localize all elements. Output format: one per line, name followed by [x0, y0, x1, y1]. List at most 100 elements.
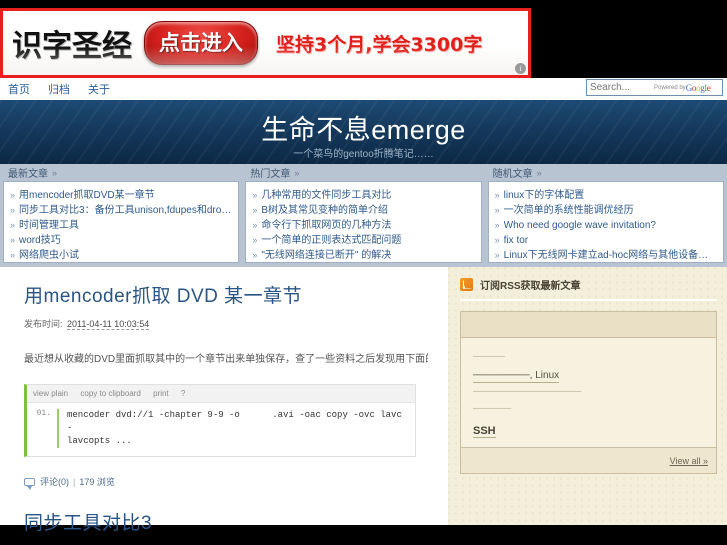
panel-popular-posts: 热门文章 » » 几种常用的文件同步工具对比 » B树及其常见变种的简单介绍 » 命令… — [245, 164, 482, 263]
search-input[interactable] — [590, 82, 652, 93]
chevron-right-icon: » — [536, 167, 542, 178]
list-item[interactable]: » Who need google wave invitation? — [495, 218, 717, 233]
list-item[interactable]: » 同步工具对比3：备份工具unison,fdupes和dropbox — [10, 203, 232, 218]
list-item[interactable]: » 用mencoder抓取DVD某一章节 — [10, 188, 232, 203]
list-item[interactable]: » "无线网络连接已断开" 的解决 — [252, 248, 474, 263]
print-button[interactable]: print — [153, 389, 169, 398]
ad-title: 识字圣经 — [12, 29, 132, 64]
sidebar-card-header — [461, 312, 716, 338]
list-item[interactable]: » 网络爬虫小试 — [10, 248, 232, 263]
nav-item-home[interactable]: 首页 — [8, 81, 30, 97]
bullet-icon: » — [252, 190, 258, 200]
ad-banner[interactable]: 识字圣经 点击进入 坚持3个月,学会3300字 i — [0, 8, 531, 78]
panel-latest-heading-label: 最新文章 — [8, 169, 48, 180]
bullet-icon: » — [494, 235, 500, 245]
sidebar-line: ───────────────── — [473, 386, 582, 396]
ad-info-icon[interactable]: i — [515, 63, 526, 74]
bullet-icon: » — [10, 190, 16, 200]
post-body: 最近想从收藏的DVD里面抓取其中的一个章节出来单独保存，查了一些资料之后发现用下… — [24, 354, 428, 365]
list-item-label: Who need google wave invitation? — [503, 220, 656, 231]
list-item[interactable]: »Linux下无线网卡建立ad-hoc网络与其他设备共享网络.. — [495, 248, 717, 263]
sidebar-card: ───── ────────, Linux ───────────────── … — [460, 311, 717, 474]
link-panels: 最新文章 » » 用mencoder抓取DVD某一章节 » 同步工具对比3：备份工具… — [0, 164, 727, 267]
bullet-icon: » — [494, 250, 500, 260]
nav-item-about[interactable]: 关于 — [88, 81, 110, 97]
post-meta: 发布时间: 2011-04-11 10:03:54 — [24, 319, 150, 330]
sidebar-heading: 订阅RSS获取最新文章 — [480, 281, 581, 292]
list-item-label: Linux下无线网卡建立ad-hoc网络与其他设备共享网络.. — [503, 250, 717, 261]
list-item[interactable]: » fix tor — [495, 233, 717, 248]
list-item-label: "无线网络连接已断开" 的解决 — [261, 250, 392, 261]
view-all-link[interactable]: View all » — [670, 456, 708, 466]
sidebar-link[interactable]: ────────, Linux — [473, 370, 560, 383]
copy-to-clipboard-button[interactable]: copy to clipboard — [80, 389, 140, 398]
nav-item-archive[interactable]: 归档 — [48, 81, 70, 97]
code-line-number: 01. — [36, 409, 51, 418]
comments-label[interactable]: 评论 — [40, 475, 58, 488]
list-item[interactable]: » 一次简单的系统性能调优经历 — [495, 203, 717, 218]
list-item-label: B树及其常见变种的简单介绍 — [261, 205, 389, 216]
bullet-icon: » — [494, 205, 500, 215]
bullet-icon: » — [252, 220, 258, 230]
panel-random-posts: 随机文章 » » linux下的字体配置 » 一次简单的系统性能调优经历 » Who … — [487, 164, 724, 263]
site-canvas: 首页 归档 关于 Powered by Google 生命不息emerge 一个… — [0, 78, 727, 534]
list-item[interactable]: » B树及其常见变种的简单介绍 — [252, 203, 474, 218]
panel-random-heading-label: 随机文章 — [492, 169, 533, 180]
view-plain-button[interactable]: view plain — [33, 389, 68, 398]
site-header: 生命不息emerge 一个菜鸟的gentoo折腾笔记…… — [0, 100, 727, 164]
list-item-label: 命令行下抓取网页的几种方法 — [261, 220, 392, 231]
list-item-label: fix tor — [503, 235, 529, 246]
bullet-icon: » — [10, 235, 16, 245]
chevron-right-icon: » — [294, 167, 300, 178]
code-block: view plain copy to clipboard print ? 01.… — [24, 384, 416, 457]
comment-bubble-icon — [24, 477, 35, 490]
top-navigation: 首页 归档 关于 Powered by Google — [0, 78, 727, 100]
code-content[interactable]: mencoder dvd://1 -chapter 9-9 -o .avi -o… — [57, 409, 411, 448]
panel-popular-body: » 几种常用的文件同步工具对比 » B树及其常见变种的简单介绍 » 命令行下抓取网页的… — [245, 181, 482, 263]
code-toolbar: view plain copy to clipboard print ? — [27, 385, 415, 403]
sidebar-header: 订阅RSS获取最新文章 — [460, 277, 717, 301]
panel-popular-heading: 热门文章 » — [245, 164, 481, 181]
list-item-label: word技巧 — [19, 235, 61, 246]
next-post-title[interactable]: 同步工具对比3 — [24, 508, 428, 535]
ad-enter-button-label: 点击进入 — [159, 31, 243, 55]
bullet-icon: » — [10, 220, 16, 230]
sidebar-card-footer: View all » — [461, 447, 716, 473]
list-item-label: 用mencoder抓取DVD某一章节 — [19, 190, 155, 201]
bullet-icon: » — [252, 235, 258, 245]
footer-separator: | — [73, 476, 76, 487]
list-item[interactable]: » 时间管理工具 — [10, 218, 232, 233]
post-title[interactable]: 用mencoder抓取 DVD 某一章节 — [24, 281, 428, 308]
list-item[interactable]: » linux下的字体配置 — [495, 188, 717, 203]
comments-count: (0) — [58, 476, 70, 487]
list-item-label: 网络爬虫小试 — [19, 250, 80, 261]
ad-slogan: 坚持3个月,学会3300字 — [276, 33, 483, 56]
list-item[interactable]: » word技巧 — [10, 233, 232, 248]
sidebar-line: ───── — [473, 351, 505, 361]
sidebar-line: ────── — [473, 403, 512, 413]
rss-icon[interactable] — [460, 278, 473, 291]
google-logo: Google — [685, 82, 711, 93]
panel-random-body: » linux下的字体配置 » 一次简单的系统性能调优经历 » Who need go… — [487, 181, 724, 263]
panel-latest-heading: 最新文章 » — [3, 164, 239, 181]
sidebar-card-body: ───── ────────, Linux ───────────────── … — [461, 338, 716, 447]
search-box[interactable]: Powered by Google — [586, 79, 723, 96]
bullet-icon: » — [252, 205, 258, 215]
site-subtitle: 一个菜鸟的gentoo折腾笔记…… — [293, 149, 434, 160]
list-item[interactable]: » 一个简单的正则表达式匹配问题 — [252, 233, 474, 248]
help-button[interactable]: ? — [181, 389, 185, 398]
list-item[interactable]: » 几种常用的文件同步工具对比 — [252, 188, 474, 203]
list-item[interactable]: » 命令行下抓取网页的几种方法 — [252, 218, 474, 233]
bullet-icon: » — [494, 220, 500, 230]
post-date: 2011-04-11 10:03:54 — [67, 319, 150, 330]
ad-enter-button[interactable]: 点击进入 — [144, 21, 258, 65]
panel-popular-heading-label: 热门文章 — [250, 169, 291, 180]
sidebar-ssh-link[interactable]: SSH — [473, 425, 496, 438]
list-item-label: 同步工具对比3：备份工具unison,fdupes和dropbox — [19, 205, 233, 216]
main-column: 用mencoder抓取 DVD 某一章节 发布时间: 2011-04-11 10… — [0, 267, 448, 534]
content-area: 用mencoder抓取 DVD 某一章节 发布时间: 2011-04-11 10… — [0, 267, 727, 534]
panel-latest-posts: 最新文章 » » 用mencoder抓取DVD某一章节 » 同步工具对比3：备份工具… — [3, 164, 240, 263]
chevron-right-icon: » — [52, 167, 58, 178]
site-title[interactable]: 生命不息emerge — [0, 108, 727, 147]
bullet-icon: » — [10, 205, 16, 215]
